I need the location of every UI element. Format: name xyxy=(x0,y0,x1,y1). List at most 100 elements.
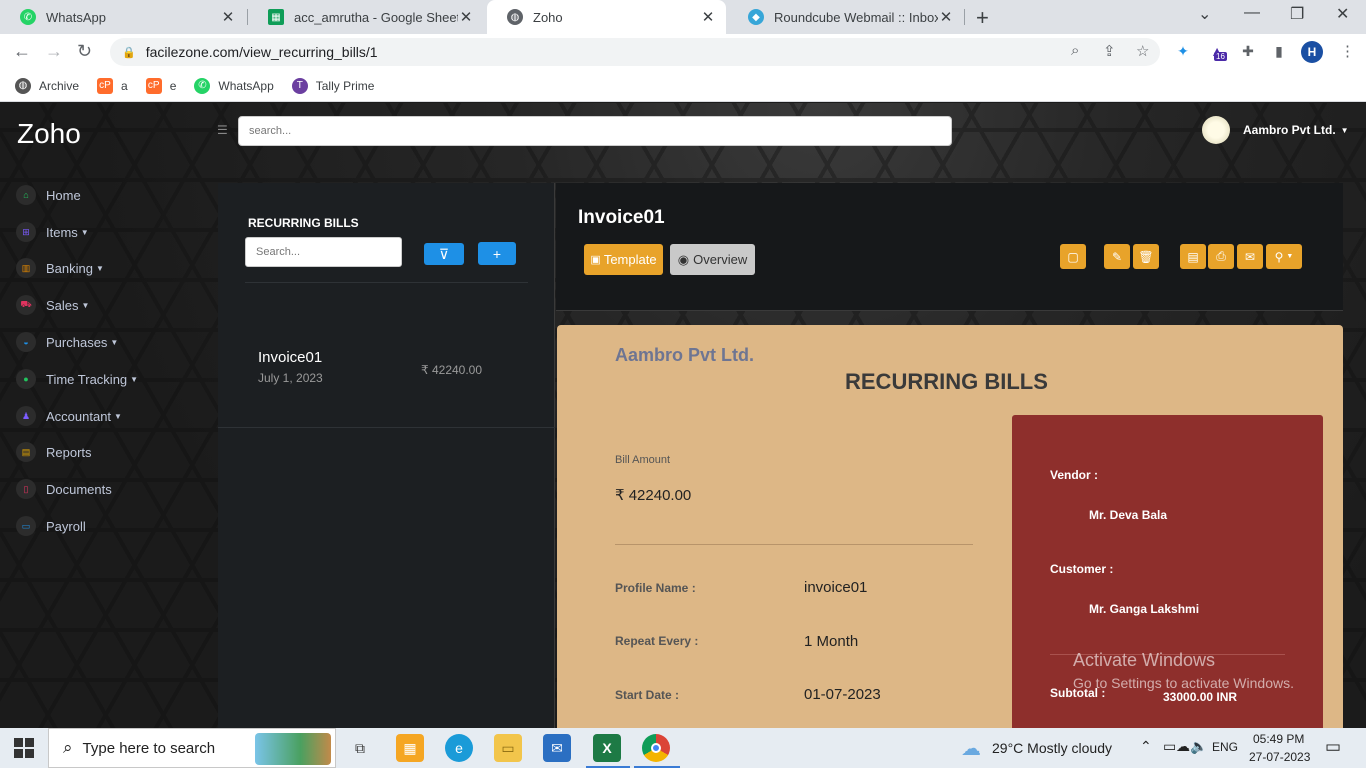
share-icon[interactable]: ⇪ xyxy=(1103,42,1116,60)
file-explorer-icon[interactable]: ▭ xyxy=(494,734,522,762)
zoom-icon[interactable]: ⌕ xyxy=(1071,42,1079,59)
bookmark-label: a xyxy=(121,78,128,93)
mail-icon[interactable]: ✉ xyxy=(543,734,571,762)
back-button[interactable]: ← xyxy=(13,41,31,62)
new-tab-button[interactable]: + xyxy=(976,5,989,31)
tab-title: Roundcube Webmail :: Inbox xyxy=(774,9,938,25)
chrome-center xyxy=(651,743,661,753)
search-icon: ⌕ xyxy=(63,738,73,757)
network-icon[interactable]: ▭ xyxy=(1163,738,1176,755)
customer-label: Customer : xyxy=(1050,562,1114,576)
bookmark-archive[interactable]: ◍ Archive xyxy=(15,77,80,94)
cloud-sync-icon[interactable]: ☁ xyxy=(1176,738,1190,755)
document-icon: ▯ xyxy=(16,479,36,499)
sidebar-item-items[interactable]: ⊞ Items ▼ xyxy=(16,222,89,242)
tab-whatsapp[interactable]: ✆ WhatsApp ✕ xyxy=(0,0,246,34)
profile-avatar[interactable]: H xyxy=(1301,41,1323,63)
delete-button[interactable]: 🗑 xyxy=(1133,244,1159,269)
bill-date: July 1, 2023 xyxy=(258,371,323,385)
bank-icon: ▥ xyxy=(16,258,36,278)
list-item[interactable]: Invoice01 July 1, 2023 ₹ 42240.00 xyxy=(218,333,555,428)
edge-icon[interactable]: e xyxy=(445,734,473,762)
tab-roundcube[interactable]: ◆ Roundcube Webmail :: Inbox ✕ xyxy=(728,0,964,34)
microsoft-store-icon[interactable]: ▦ xyxy=(396,734,424,762)
tab-google-sheets[interactable]: ▦ acc_amrutha - Google Sheets ✕ xyxy=(248,0,484,34)
notification-icon[interactable]: ▭ xyxy=(1325,737,1341,757)
bookmark-label: Archive xyxy=(39,78,80,93)
tray-chevron-icon[interactable]: ⌃ xyxy=(1140,738,1152,755)
close-icon[interactable]: ✕ xyxy=(458,8,474,26)
email-button[interactable]: ✉ xyxy=(1237,244,1263,269)
template-button[interactable]: ▣ Template xyxy=(584,244,663,275)
customer-value: Mr. Ganga Lakshmi xyxy=(1089,602,1200,616)
sidebar-item-purchases[interactable]: ◒ Purchases ▼ xyxy=(16,332,118,352)
minimize-button[interactable]: — xyxy=(1244,4,1260,22)
sidebar-item-label: Items xyxy=(46,224,78,240)
overview-button[interactable]: ◉ Overview xyxy=(670,244,755,275)
taskbar-search-input[interactable]: ⌕ Type here to search xyxy=(48,728,336,768)
excel-icon[interactable]: X xyxy=(593,734,621,762)
browser-tab-strip: ✆ WhatsApp ✕ ▦ acc_amrutha - Google Shee… xyxy=(0,0,1366,34)
sidebar-item-home[interactable]: ⌂ Home xyxy=(16,185,81,205)
language-indicator[interactable]: ENG xyxy=(1212,740,1238,754)
sidebar-item-banking[interactable]: ▥ Banking ▼ xyxy=(16,258,104,278)
forward-button[interactable]: → xyxy=(45,41,63,62)
windows-start-icon[interactable] xyxy=(14,738,34,758)
company-name: Aambro Pvt Ltd. xyxy=(1243,123,1336,137)
print-button[interactable]: ⎙ xyxy=(1208,244,1234,269)
edit-button[interactable]: ✎ xyxy=(1104,244,1130,269)
weather-cloud-icon[interactable]: ☁ xyxy=(957,734,985,762)
bookmark-star-icon[interactable]: ☆ xyxy=(1136,42,1149,60)
company-menu[interactable]: Aambro Pvt Ltd. ▼ xyxy=(1202,116,1349,144)
menu-icon[interactable]: ⋮ xyxy=(1340,42,1355,60)
app-brand[interactable]: Zoho xyxy=(17,118,81,150)
bookmark-whatsapp[interactable]: ✆ WhatsApp xyxy=(194,77,274,94)
sidebar-item-documents[interactable]: ▯ Documents xyxy=(16,479,112,499)
start-date-label: Start Date : xyxy=(615,688,680,702)
maximize-button[interactable]: ❐ xyxy=(1290,4,1304,24)
sidebar-item-sales[interactable]: ⛟ Sales ▼ xyxy=(16,295,89,315)
add-bill-button[interactable]: + xyxy=(478,242,516,265)
puzzle-icon[interactable]: ✚ xyxy=(1238,41,1258,61)
extension-icon[interactable]: ✦ xyxy=(1173,41,1193,61)
url-bar[interactable]: 🔒 facilezone.com/view_recurring_bills/1 xyxy=(110,38,1160,66)
pdf-button[interactable]: ▤ xyxy=(1180,244,1206,269)
hamburger-menu-icon[interactable]: ☰ xyxy=(217,123,228,137)
volume-icon[interactable]: 🔈 xyxy=(1190,738,1207,755)
bookmark-a[interactable]: cP a xyxy=(97,77,128,94)
tab-zoho[interactable]: ◍ Zoho ✕ xyxy=(487,0,726,34)
tab-divider xyxy=(964,9,965,25)
sidebar-item-reports[interactable]: ▤ Reports xyxy=(16,442,92,462)
list-search-input[interactable]: Search... xyxy=(245,237,402,267)
close-icon[interactable]: ✕ xyxy=(938,8,954,26)
weather-text[interactable]: 29°C Mostly cloudy xyxy=(992,740,1112,756)
global-search-input[interactable]: search... xyxy=(238,116,952,146)
clock-time[interactable]: 05:49 PM xyxy=(1253,732,1304,746)
side-panel-icon[interactable]: ▮ xyxy=(1269,41,1289,61)
bookmark-tally-prime[interactable]: T Tally Prime xyxy=(291,77,375,94)
sidebar-item-time-tracking[interactable]: ● Time Tracking ▼ xyxy=(16,369,138,389)
bookmark-e[interactable]: cP e xyxy=(145,77,176,94)
reload-button[interactable]: ↻ xyxy=(77,41,92,62)
sidebar-item-label: Documents xyxy=(46,481,112,497)
graduation-cap-icon[interactable]: ▲ 16 xyxy=(1207,41,1227,61)
chevron-down-icon: ▼ xyxy=(1340,125,1349,135)
close-window-button[interactable]: ✕ xyxy=(1336,4,1349,24)
close-icon[interactable]: ✕ xyxy=(220,8,236,26)
task-view-icon[interactable]: ⧉ xyxy=(346,734,374,762)
chevron-down-icon: ▼ xyxy=(110,337,119,347)
chrome-icon[interactable] xyxy=(642,734,670,762)
sidebar-item-label: Purchases xyxy=(46,334,108,350)
bookmark-label: Tally Prime xyxy=(315,78,375,93)
close-icon[interactable]: ✕ xyxy=(700,8,716,26)
clock-date[interactable]: 27-07-2023 xyxy=(1249,750,1310,764)
comment-button[interactable]: ▢ xyxy=(1060,244,1086,269)
sidebar-item-accountant[interactable]: ♟ Accountant ▼ xyxy=(16,406,122,426)
filter-button[interactable]: ⊽ xyxy=(424,243,464,265)
sidebar-item-label: Sales xyxy=(46,297,79,313)
tab-search-icon[interactable]: ⌄ xyxy=(1198,4,1211,24)
activate-windows-watermark: Activate Windows Go to Settings to activ… xyxy=(1073,650,1294,691)
sidebar-item-payroll[interactable]: ▭ Payroll xyxy=(16,516,86,536)
sidebar-item-label: Reports xyxy=(46,444,92,460)
attachment-button[interactable]: ⚲ ▼ xyxy=(1266,244,1302,269)
